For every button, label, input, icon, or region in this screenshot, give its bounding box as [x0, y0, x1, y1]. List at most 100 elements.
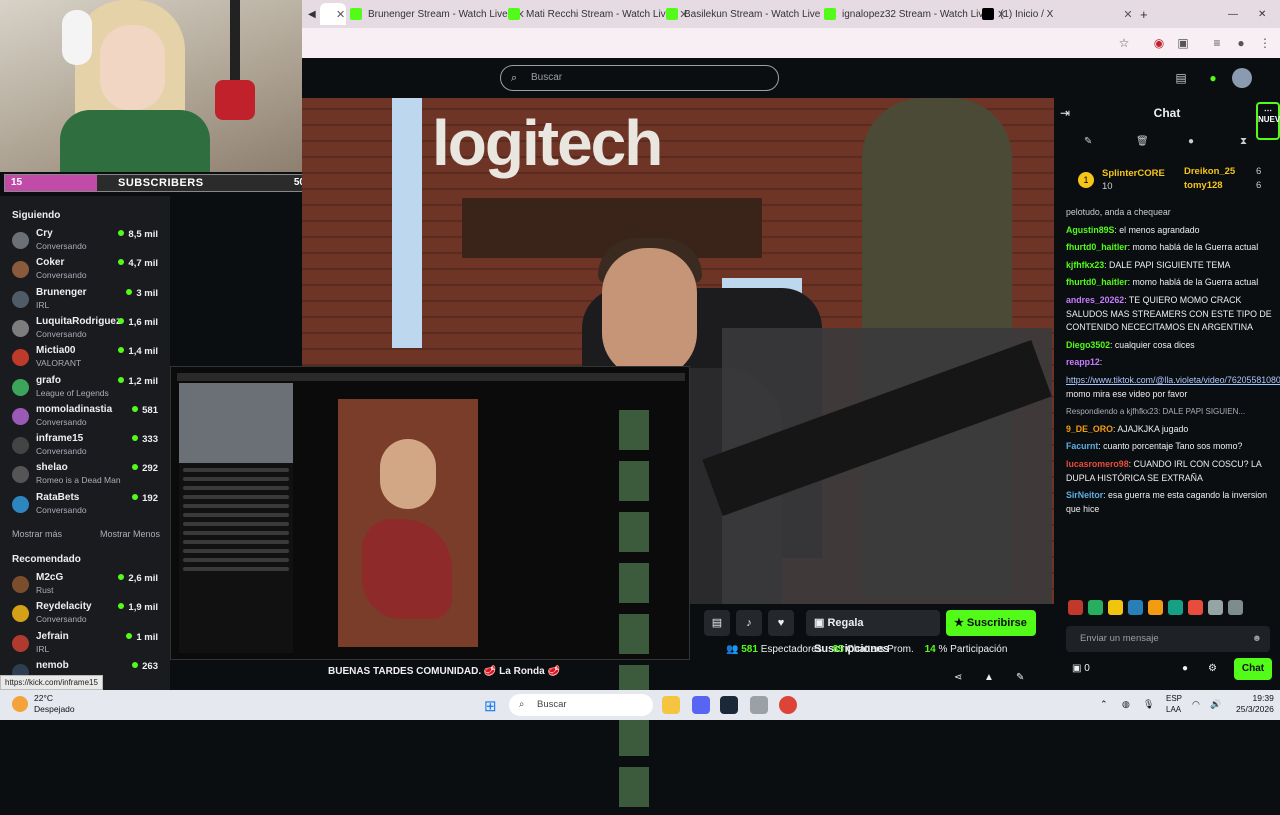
sidebar-channel[interactable]: M2cG Rust 2,6 mil — [0, 570, 170, 599]
taskbar-search[interactable]: ⌕ Buscar — [509, 694, 653, 716]
sidebar-channel[interactable]: Brunenger IRL 3 mil — [0, 285, 170, 314]
star-icon[interactable]: ☆ — [1117, 36, 1131, 50]
minimize-icon[interactable]: — — [1228, 3, 1238, 25]
settings-icon[interactable]: ⚙ — [1208, 663, 1217, 674]
app-icon[interactable] — [750, 696, 768, 714]
chat-text: : cualquier cosa dices — [1110, 339, 1195, 350]
chat-username[interactable]: kjfhfkx23 — [1066, 260, 1104, 270]
heart-icon[interactable]: ♥ — [768, 610, 794, 636]
chat-username[interactable]: SirNeitor — [1066, 490, 1103, 500]
channel-category: Rust — [36, 585, 54, 595]
chat-username[interactable]: fhurtd0_haitler — [1066, 242, 1128, 252]
trash-icon[interactable]: 🗑 — [1136, 136, 1149, 147]
chat-message: fhurtd0_haitler: momo hablá de la Guerra… — [1066, 241, 1276, 255]
weather-icon[interactable] — [12, 696, 28, 712]
search-input[interactable]: ⌕ Buscar — [500, 65, 779, 91]
emote-icon[interactable] — [1168, 600, 1183, 615]
inbox-icon[interactable]: ▤ — [1174, 71, 1188, 85]
weather-widget[interactable]: 22°C Despejado — [34, 693, 75, 715]
steam-icon[interactable] — [720, 696, 738, 714]
close-window-icon[interactable]: ✕ — [1258, 3, 1266, 25]
chat-username[interactable]: Agustin89S — [1066, 225, 1114, 235]
profile-icon[interactable]: ● — [1234, 36, 1248, 50]
chat-username[interactable]: fhurtd0_haitler — [1066, 277, 1128, 287]
chat-bubble-icon[interactable]: ● — [1182, 663, 1188, 674]
bell-icon[interactable]: ♪ — [736, 610, 762, 636]
sidebar-channel[interactable]: Jefrain IRL 1 mil — [0, 629, 170, 658]
show-more-link[interactable]: Mostrar más — [12, 529, 62, 539]
mic-icon[interactable]: 🎙 — [1143, 699, 1154, 710]
sidebar-channel[interactable]: momoladinastia Conversando 581 — [0, 402, 170, 431]
chat-username[interactable]: 9_DE_ORO — [1066, 424, 1113, 434]
language-indicator[interactable]: ESP LAA — [1166, 693, 1182, 715]
gift-subs-button[interactable]: ▣ Regala Suscripciones — [806, 610, 940, 655]
viewer-count: 333 — [132, 434, 158, 445]
sidebar-channel[interactable]: Reydelacity Conversando 1,9 mil — [0, 599, 170, 628]
report-icon[interactable]: ▲ — [984, 672, 994, 683]
bubble-icon[interactable]: ● — [1188, 136, 1194, 147]
chat-link[interactable]: https://www.tiktok.com/@lla.violeta/vide… — [1066, 375, 1280, 385]
tab-ignalopez[interactable]: ignalopez32 Stream - Watch Live ✕ — [824, 3, 1006, 25]
chat-text: : el menos agrandado — [1114, 224, 1200, 235]
chat-input[interactable]: Enviar un mensaje ☻ — [1066, 626, 1270, 652]
discord-icon[interactable] — [692, 696, 710, 714]
chat-username[interactable]: andres_20262 — [1066, 295, 1124, 305]
sidebar-channel[interactable]: Coker Conversando 4,7 mil — [0, 255, 170, 284]
send-chat-button[interactable]: Chat — [1234, 658, 1272, 680]
kick-logo-icon[interactable]: ● — [1206, 71, 1220, 85]
avatar[interactable] — [1232, 68, 1252, 88]
chat-text: : — [1099, 357, 1103, 368]
sidebar-channel[interactable]: shelao Romeo is a Dead Man 292 — [0, 460, 170, 489]
subscribe-button[interactable]: ★ Suscribirse — [946, 610, 1036, 636]
clip-icon[interactable]: ▤ — [704, 610, 730, 636]
clock[interactable]: 19:39 25/3/2026 — [1236, 693, 1274, 715]
menu-icon[interactable]: ⋮ — [1258, 36, 1272, 50]
sidebar: Siguiendo Cry Conversando 8,5 mil Coker Conv… — [0, 196, 170, 690]
emote-icon[interactable] — [1128, 600, 1143, 615]
volume-icon[interactable]: 🔊 — [1210, 699, 1221, 710]
points-icon[interactable]: ▣ 0 — [1072, 663, 1090, 674]
playlist-icon[interactable]: ≡ — [1210, 36, 1224, 50]
tab-label: Basilekun Stream - Watch Live — [684, 8, 821, 20]
mute-icon[interactable]: ✎ — [1016, 672, 1024, 683]
chat-username[interactable]: Facurnt — [1066, 441, 1098, 451]
chat-username[interactable]: reapp12 — [1066, 357, 1100, 367]
extension-icon[interactable]: ◉ — [1152, 36, 1166, 50]
tray-chevron-icon[interactable]: ⌃ — [1100, 699, 1108, 710]
sidebar-channel[interactable]: inframe15 Conversando 333 — [0, 431, 170, 460]
emote-icon[interactable] — [1228, 600, 1243, 615]
share-icon[interactable]: ⋖ — [954, 672, 962, 683]
network-icon[interactable]: ◍ — [1122, 699, 1130, 710]
tab-brunenger[interactable]: Brunenger Stream - Watch Live ✕ — [350, 3, 525, 25]
emote-icon[interactable] — [1068, 600, 1083, 615]
sidebar-channel[interactable]: LuquitaRodriguez Conversando 1,6 mil — [0, 314, 170, 343]
tab-close-active[interactable]: ✕ — [320, 3, 346, 25]
sidebar-channel[interactable]: RataBets Conversando 192 — [0, 490, 170, 519]
puzzle-icon[interactable]: ▣ — [1176, 36, 1190, 50]
emote-icon[interactable] — [1088, 600, 1103, 615]
tab-menu-icon[interactable]: ◀ — [308, 3, 316, 25]
windows-start-icon[interactable]: ⊞ — [484, 697, 497, 715]
chat-fragment: pelotudo, anda a chequear — [1066, 207, 1171, 217]
emote-icon[interactable] — [1188, 600, 1203, 615]
show-less-link[interactable]: Mostrar Menos — [100, 529, 160, 539]
file-explorer-icon[interactable] — [662, 696, 680, 714]
emoji-icon[interactable]: ☻ — [1252, 626, 1262, 652]
wifi-icon[interactable]: ◠ — [1192, 699, 1200, 710]
chrome-icon[interactable] — [779, 696, 797, 714]
sidebar-channel[interactable]: Mictia00 VALORANT 1,4 mil — [0, 343, 170, 372]
emote-icon[interactable] — [1148, 600, 1163, 615]
pin-icon[interactable]: ✎ — [1084, 136, 1092, 147]
new-tab-button[interactable]: + — [1140, 3, 1148, 25]
tab-basilekun[interactable]: Basilekun Stream - Watch Live✕ — [666, 3, 838, 25]
chat-username[interactable]: Diego3502 — [1066, 340, 1110, 350]
tab-x[interactable]: (1) Inicio / X ✕ — [982, 3, 1133, 25]
emote-icon[interactable] — [1108, 600, 1123, 615]
tab-matirecchi[interactable]: Mati Recchi Stream - Watch Live ✕ — [508, 3, 688, 25]
hourglass-icon[interactable]: ⧗ — [1240, 136, 1247, 147]
close-icon[interactable]: ✕ — [1123, 8, 1132, 21]
sidebar-channel[interactable]: Cry Conversando 8,5 mil — [0, 226, 170, 255]
sidebar-channel[interactable]: grafo League of Legends 1,2 mil — [0, 373, 170, 402]
emote-icon[interactable] — [1208, 600, 1223, 615]
chat-username[interactable]: lucasromero98 — [1066, 459, 1129, 469]
